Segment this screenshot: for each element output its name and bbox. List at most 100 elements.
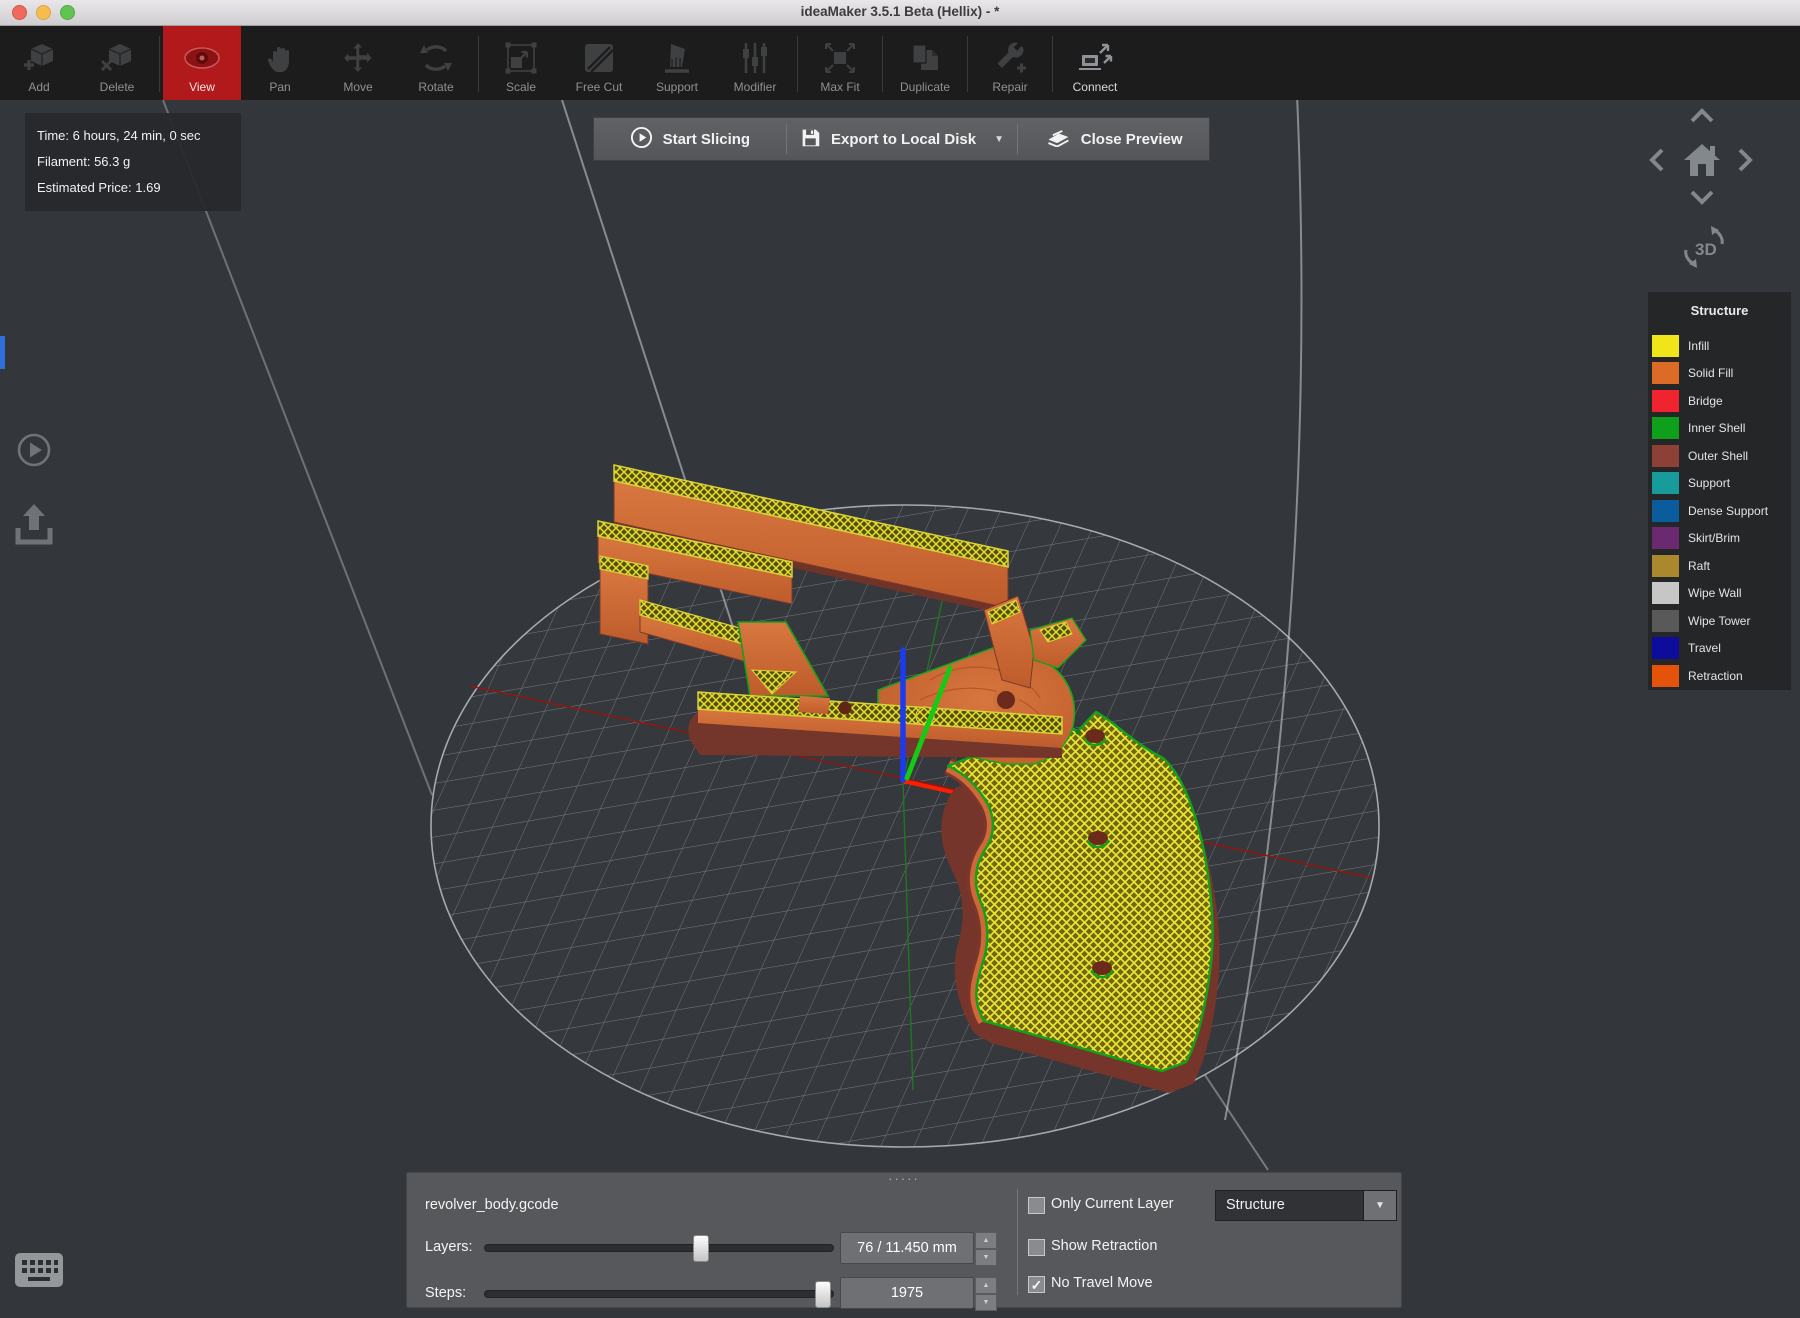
dropdown-arrow-icon[interactable]: ▼ <box>1363 1191 1396 1220</box>
toolbar-separator <box>478 36 479 92</box>
slice-action-bar: Start Slicing Export to Local Disk ▼ Clo… <box>593 117 1210 161</box>
pan-tool-label: Pan <box>269 80 290 94</box>
gcode-filename: revolver_body.gcode <box>425 1197 559 1213</box>
chevron-down-icon[interactable]: ▼ <box>994 134 1004 145</box>
start-slicing-button[interactable]: Start Slicing <box>594 118 786 160</box>
print-filament: Filament: 56.3 g <box>37 149 229 175</box>
spinner-down-icon[interactable]: ▼ <box>975 1249 997 1266</box>
support-tool-button[interactable]: Support <box>638 26 716 100</box>
legend-item: Inner Shell <box>1648 415 1791 443</box>
legend-swatch <box>1652 500 1679 522</box>
checkbox-no-travel-move[interactable]: ✓ <box>1028 1276 1045 1293</box>
layers-spinner: ▲ ▼ <box>975 1232 997 1264</box>
maxfit-tool-button[interactable]: Max Fit <box>801 26 879 100</box>
move-arrows-icon <box>341 38 375 78</box>
legend-label: Travel <box>1688 641 1721 655</box>
nav-up-icon[interactable] <box>1688 107 1716 125</box>
move-tool-button[interactable]: Move <box>319 26 397 100</box>
steps-slider[interactable] <box>484 1290 834 1298</box>
legend-label: Bridge <box>1688 394 1723 408</box>
pan-tool-button[interactable]: Pan <box>241 26 319 100</box>
connect-tool-button[interactable]: Connect <box>1056 26 1134 100</box>
rotate-tool-button[interactable]: Rotate <box>397 26 475 100</box>
delete-tool-button[interactable]: Delete <box>78 26 156 100</box>
play-preview-icon[interactable] <box>14 430 54 470</box>
nav-down-icon[interactable] <box>1688 188 1716 206</box>
legend-swatch <box>1652 445 1679 467</box>
legend-swatch <box>1652 665 1679 687</box>
print-price: Estimated Price: 1.69 <box>37 175 229 201</box>
keyboard-icon[interactable] <box>14 1250 64 1290</box>
duplicate-icon <box>908 38 942 78</box>
connect-icon <box>1076 38 1114 78</box>
view-tool-button[interactable]: View <box>163 26 241 100</box>
rotate-icon <box>419 38 453 78</box>
layers-slider[interactable] <box>484 1244 834 1252</box>
cube-delete-icon <box>99 38 135 78</box>
nav-3d-label: 3D <box>1695 240 1717 259</box>
freecut-tool-label: Free Cut <box>576 80 623 94</box>
legend-label: Raft <box>1688 559 1710 573</box>
checkbox-label: Only Current Layer <box>1051 1196 1174 1212</box>
cube-add-icon <box>21 38 57 78</box>
support-tool-label: Support <box>656 80 698 94</box>
legend-label: Infill <box>1688 339 1709 353</box>
spinner-up-icon[interactable]: ▲ <box>975 1232 997 1249</box>
spinner-down-icon[interactable]: ▼ <box>975 1294 997 1311</box>
legend-item: Bridge <box>1648 387 1791 415</box>
preview-control-panel: ····· revolver_body.gcode Layers: 76 / 1… <box>406 1172 1402 1308</box>
support-icon <box>659 38 695 78</box>
modifier-tool-button[interactable]: Modifier <box>716 26 794 100</box>
structure-legend-panel: Structure InfillSolid FillBridgeInner Sh… <box>1648 292 1791 690</box>
repair-tool-button[interactable]: Repair <box>971 26 1049 100</box>
steps-slider-thumb[interactable] <box>815 1281 831 1308</box>
legend-item: Wipe Wall <box>1648 580 1791 608</box>
duplicate-tool-button[interactable]: Duplicate <box>886 26 964 100</box>
repair-tool-label: Repair <box>992 80 1027 94</box>
modifier-tool-label: Modifier <box>734 80 777 94</box>
home-icon[interactable] <box>1682 140 1722 180</box>
rotate-3d-icon[interactable]: 3D <box>1678 222 1730 272</box>
layers-slider-thumb[interactable] <box>693 1235 709 1262</box>
drag-handle[interactable]: ····· <box>407 1173 1401 1185</box>
spinner-up-icon[interactable]: ▲ <box>975 1277 997 1294</box>
close-preview-button[interactable]: Close Preview <box>1018 118 1209 160</box>
legend-item: Travel <box>1648 635 1791 663</box>
add-tool-button[interactable]: Add <box>0 26 78 100</box>
legend-label: Dense Support <box>1688 504 1768 518</box>
freecut-tool-button[interactable]: Free Cut <box>560 26 638 100</box>
checkbox-only-current-layer[interactable] <box>1028 1197 1045 1214</box>
legend-swatch <box>1652 582 1679 604</box>
legend-item: Support <box>1648 470 1791 498</box>
legend-label: Skirt/Brim <box>1688 531 1740 545</box>
layers-value[interactable]: 76 / 11.450 mm <box>840 1232 974 1264</box>
toolbar-separator <box>159 36 160 92</box>
rotate-tool-label: Rotate <box>418 80 453 94</box>
legend-item: Dense Support <box>1648 497 1791 525</box>
legend-item: Retraction <box>1648 662 1791 690</box>
3d-viewport[interactable]: Time: 6 hours, 24 min, 0 sec Filament: 5… <box>0 100 1800 1318</box>
steps-value[interactable]: 1975 <box>840 1277 974 1309</box>
legend-swatch <box>1652 390 1679 412</box>
checkbox-show-retraction[interactable] <box>1028 1239 1045 1256</box>
view-tool-label: View <box>189 80 215 94</box>
wrench-plus-icon <box>993 38 1027 78</box>
legend-swatch <box>1652 610 1679 632</box>
legend-label: Retraction <box>1688 669 1743 683</box>
legend-swatch <box>1652 417 1679 439</box>
build-plate-scene <box>0 100 1800 1318</box>
print-stats-panel: Time: 6 hours, 24 min, 0 sec Filament: 5… <box>25 113 241 211</box>
view-navigation: 3D <box>1630 100 1800 285</box>
view-mode-dropdown[interactable]: Structure ▼ <box>1215 1190 1397 1221</box>
toolbar-separator <box>1052 36 1053 92</box>
legend-label: Solid Fill <box>1688 366 1733 380</box>
scale-icon <box>504 38 538 78</box>
nav-left-icon[interactable] <box>1648 146 1666 174</box>
docked-panel-tab[interactable] <box>0 336 5 369</box>
main-toolbar: AddDelete View Pan Move Rotate Scale Free Cut S… <box>0 26 1800 100</box>
duplicate-tool-label: Duplicate <box>900 80 950 94</box>
nav-right-icon[interactable] <box>1736 146 1754 174</box>
upload-export-icon[interactable] <box>13 500 55 548</box>
scale-tool-button[interactable]: Scale <box>482 26 560 100</box>
export-local-disk-button[interactable]: Export to Local Disk ▼ <box>787 118 1018 160</box>
